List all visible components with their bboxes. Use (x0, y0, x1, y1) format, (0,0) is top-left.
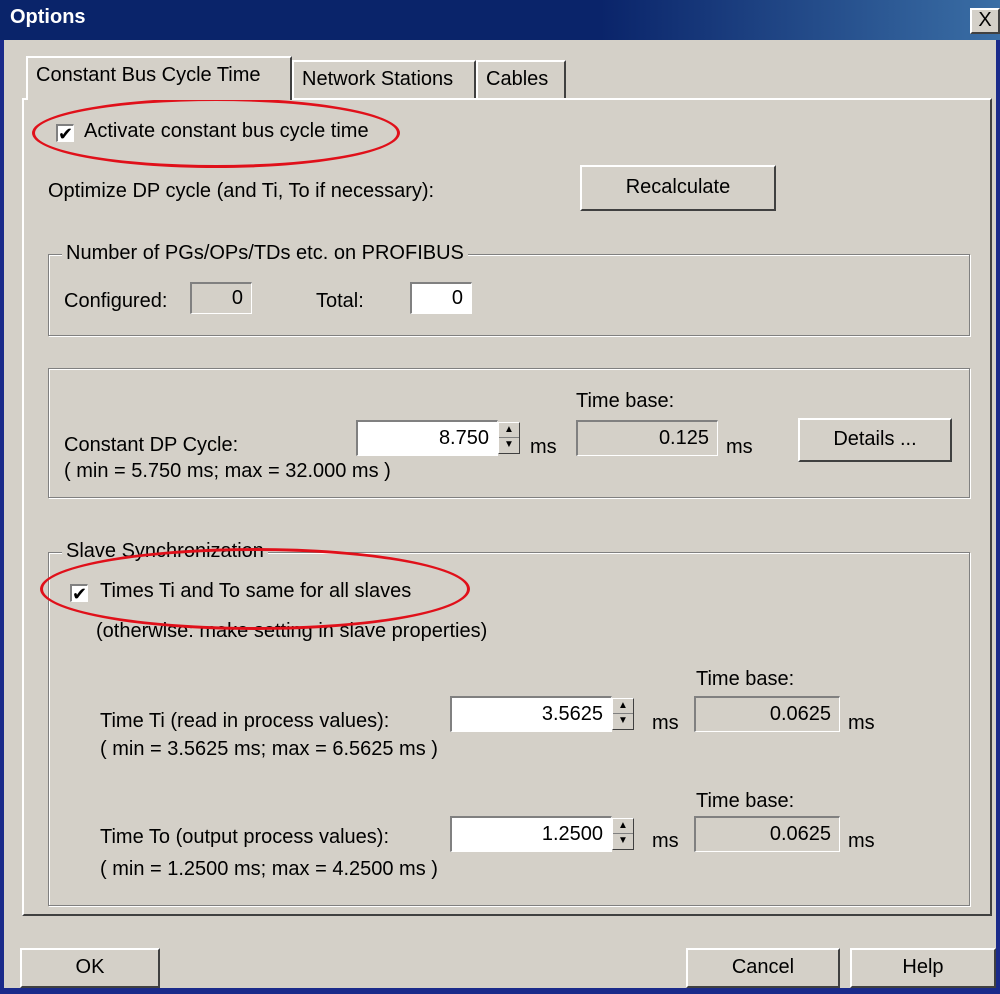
total-field[interactable]: 0 (410, 282, 472, 314)
dp-cycle-unit: ms (530, 436, 557, 458)
activate-label: Activate constant bus cycle time (84, 120, 369, 142)
to-timebase-unit: ms (848, 830, 875, 852)
frame-right (996, 40, 1000, 994)
check-icon: ✔ (58, 124, 74, 144)
up-arrow-icon[interactable]: ▲ (613, 819, 633, 834)
ti-range: ( min = 3.5625 ms; max = 6.5625 ms ) (100, 738, 438, 760)
ti-timebase-unit: ms (848, 712, 875, 734)
tab-constant-bus-cycle-time[interactable]: Constant Bus Cycle Time (26, 56, 292, 100)
dp-cycle-label: Constant DP Cycle: (64, 434, 239, 456)
tab-network-stations[interactable]: Network Stations (292, 60, 476, 98)
configured-label: Configured: (64, 290, 168, 312)
dp-cycle-input[interactable]: 8.750 (356, 420, 498, 456)
recalculate-button[interactable]: Recalculate (580, 165, 776, 211)
tab-cables[interactable]: Cables (476, 60, 566, 98)
slave-sync-legend: Slave Synchronization (62, 540, 268, 563)
optimize-label: Optimize DP cycle (and Ti, To if necessa… (48, 180, 435, 202)
dp-timebase-label: Time base: (576, 390, 675, 412)
frame-left (0, 40, 4, 994)
up-arrow-icon[interactable]: ▲ (613, 699, 633, 714)
pgs-groupbox (48, 254, 970, 336)
close-icon[interactable]: X (970, 8, 1000, 34)
ok-button[interactable]: OK (20, 948, 160, 988)
ti-unit: ms (652, 712, 679, 734)
activate-checkbox[interactable]: ✔ (56, 124, 74, 144)
dp-timebase-field: 0.125 (576, 420, 718, 456)
ti-timebase-label: Time base: (696, 668, 795, 690)
same-times-checkbox[interactable]: ✔ (70, 584, 88, 604)
window-title: Options (10, 6, 86, 28)
check-icon: ✔ (72, 584, 88, 604)
dp-cycle-range: ( min = 5.750 ms; max = 32.000 ms ) (64, 460, 391, 482)
pgs-group-legend: Number of PGs/OPs/TDs etc. on PROFIBUS (62, 242, 468, 265)
to-timebase-label: Time base: (696, 790, 795, 812)
down-arrow-icon[interactable]: ▼ (613, 714, 633, 729)
ti-timebase-field: 0.0625 (694, 696, 840, 732)
to-spinner[interactable]: ▲ ▼ (612, 818, 634, 850)
tab-label: Constant Bus Cycle Time (36, 64, 261, 86)
details-button[interactable]: Details ... (798, 418, 952, 462)
tab-label: Network Stations (302, 68, 454, 90)
to-timebase-field: 0.0625 (694, 816, 840, 852)
to-unit: ms (652, 830, 679, 852)
help-button[interactable]: Help (850, 948, 996, 988)
configured-field: 0 (190, 282, 252, 314)
down-arrow-icon[interactable]: ▼ (499, 438, 519, 453)
slave-sync-note: (otherwise: make setting in slave proper… (96, 620, 488, 642)
cancel-button[interactable]: Cancel (686, 948, 840, 988)
tab-label: Cables (486, 68, 549, 90)
frame-bottom (0, 988, 1000, 994)
to-range: ( min = 1.2500 ms; max = 4.2500 ms ) (100, 858, 438, 880)
title-bar (0, 0, 1000, 40)
dp-timebase-unit: ms (726, 436, 753, 458)
ti-spinner[interactable]: ▲ ▼ (612, 698, 634, 730)
same-times-label: Times Ti and To same for all slaves (100, 580, 412, 602)
up-arrow-icon[interactable]: ▲ (499, 423, 519, 438)
dp-cycle-spinner[interactable]: ▲ ▼ (498, 422, 520, 454)
ti-label: Time Ti (read in process values): (100, 710, 390, 732)
down-arrow-icon[interactable]: ▼ (613, 834, 633, 849)
to-label: Time To (output process values): (100, 826, 390, 848)
ti-input[interactable]: 3.5625 (450, 696, 612, 732)
total-label: Total: (316, 290, 364, 312)
to-input[interactable]: 1.2500 (450, 816, 612, 852)
